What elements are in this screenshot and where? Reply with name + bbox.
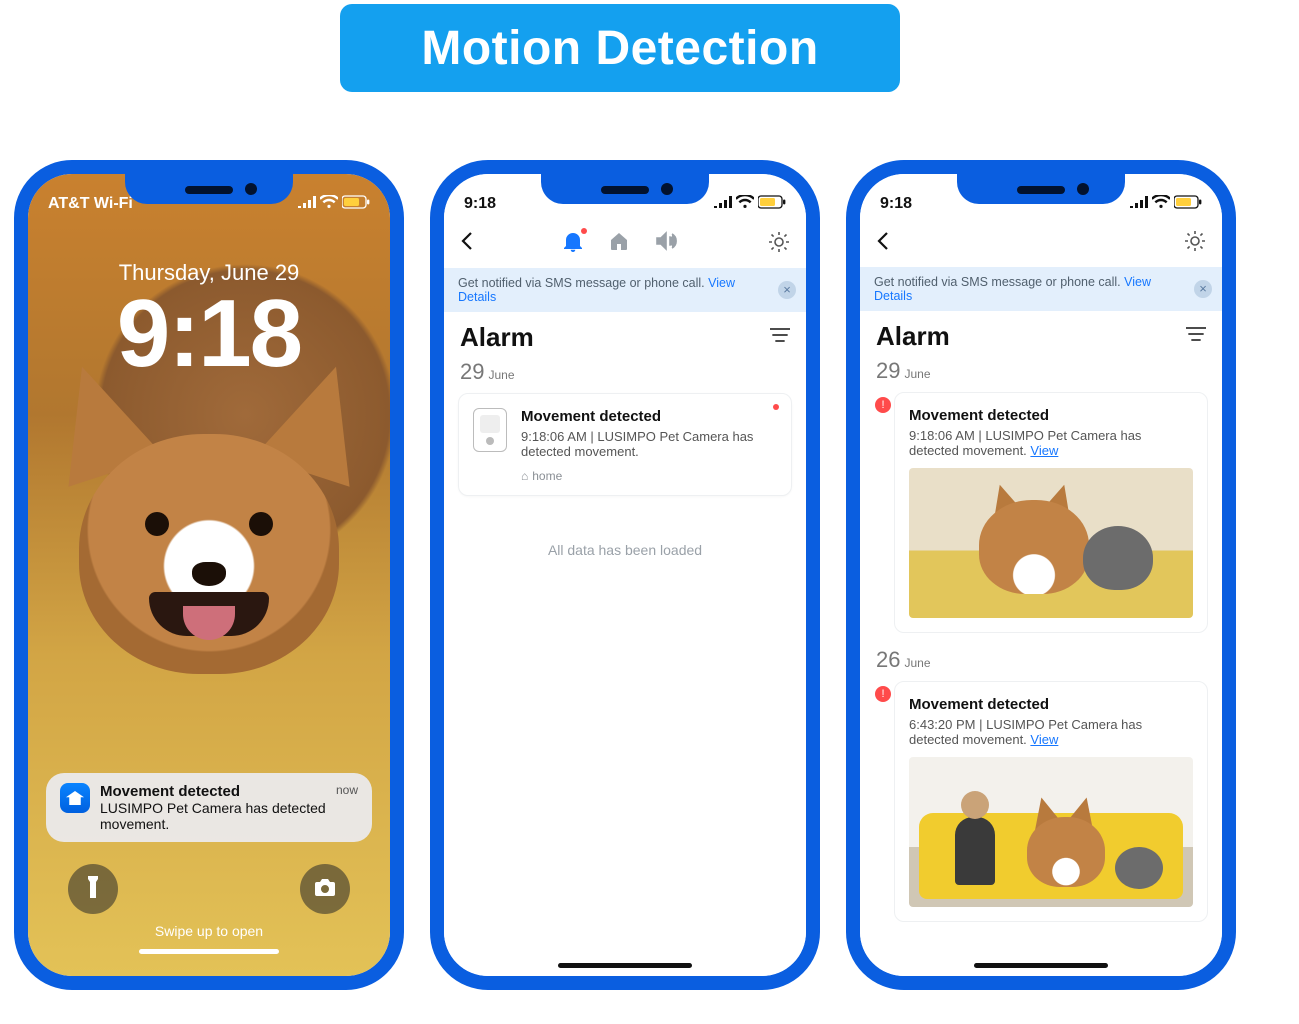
phone-notch	[957, 172, 1125, 204]
settings-icon[interactable]	[768, 231, 790, 258]
flashlight-button[interactable]	[68, 864, 118, 914]
phone-lockscreen: AT&T Wi-Fi Thursday, June 29 9:18	[14, 160, 404, 990]
settings-icon[interactable]	[1184, 230, 1206, 257]
alert-badge: !	[875, 686, 891, 702]
card-body: 9:18:06 AM | LUSIMPO Pet Camera has dete…	[521, 429, 777, 459]
flashlight-icon	[84, 876, 102, 903]
signal-icon	[1130, 195, 1148, 213]
notification-body: LUSIMPO Pet Camera has detected movement…	[100, 800, 358, 832]
alarm-card[interactable]: ! Movement detected 9:18:06 AM | LUSIMPO…	[894, 392, 1208, 633]
close-icon[interactable]: ×	[1194, 280, 1212, 298]
sms-banner: Get notified via SMS message or phone ca…	[860, 267, 1222, 311]
home-indicator[interactable]	[558, 963, 692, 968]
card-title: Movement detected	[521, 408, 777, 425]
tab-alarm-icon[interactable]	[563, 230, 583, 258]
unread-badge	[773, 404, 779, 410]
wifi-icon	[320, 195, 338, 214]
camera-icon	[314, 878, 336, 901]
phone-alarm-detail: 9:18 Get notified via SMS message or pho…	[846, 160, 1236, 990]
notification-time: now	[336, 783, 358, 797]
card-body: 6:43:20 PM | LUSIMPO Pet Camera has dete…	[909, 717, 1193, 747]
filter-icon[interactable]	[1186, 326, 1206, 347]
tab-speaker-icon[interactable]	[655, 231, 679, 257]
view-link[interactable]: View	[1030, 443, 1058, 458]
signal-icon	[298, 195, 316, 213]
status-icons	[1130, 195, 1202, 214]
status-icons	[714, 195, 786, 214]
status-time: 9:18	[464, 195, 496, 213]
notification-title: Movement detected	[100, 783, 358, 800]
lockscreen: AT&T Wi-Fi Thursday, June 29 9:18	[28, 174, 390, 976]
app-header	[444, 226, 806, 268]
status-time: 9:18	[880, 195, 912, 213]
date-heading-26: 26June	[860, 647, 1222, 681]
camera-button[interactable]	[300, 864, 350, 914]
app-header	[860, 226, 1222, 267]
close-icon[interactable]: ×	[778, 281, 796, 299]
tab-home-icon[interactable]	[609, 231, 629, 257]
app-icon	[60, 783, 90, 813]
alert-badge: !	[875, 397, 891, 413]
alarm-app: 9:18 Get notified via SMS message or pho…	[860, 174, 1222, 976]
battery-icon	[1174, 195, 1202, 214]
wallpaper-dog	[79, 434, 339, 734]
page-title: Alarm	[460, 322, 534, 353]
card-body: 9:18:06 AM | LUSIMPO Pet Camera has dete…	[909, 428, 1193, 458]
phone-notch	[125, 172, 293, 204]
view-link[interactable]: View	[1030, 732, 1058, 747]
date-heading-29: 29June	[860, 358, 1222, 392]
filter-icon[interactable]	[770, 327, 790, 348]
wifi-icon	[1152, 195, 1170, 214]
alarm-card[interactable]: ! Movement detected 6:43:20 PM | LUSIMPO…	[894, 681, 1208, 922]
phone-alarm-list: 9:18	[430, 160, 820, 990]
wifi-icon	[736, 195, 754, 214]
back-button[interactable]	[460, 231, 474, 257]
signal-icon	[714, 195, 732, 213]
device-icon	[473, 408, 507, 452]
swipe-hint: Swipe up to open	[28, 923, 390, 954]
event-thumbnail[interactable]	[909, 468, 1193, 618]
card-title: Movement detected	[909, 696, 1193, 713]
lockscreen-notification[interactable]: Movement detected LUSIMPO Pet Camera has…	[46, 773, 372, 842]
feature-banner: Motion Detection	[340, 4, 900, 92]
status-icons	[298, 195, 370, 214]
alarm-card[interactable]: Movement detected 9:18:06 AM | LUSIMPO P…	[458, 393, 792, 496]
sms-banner: Get notified via SMS message or phone ca…	[444, 268, 806, 312]
battery-icon	[342, 195, 370, 214]
alarm-app: 9:18	[444, 174, 806, 976]
sms-banner-text: Get notified via SMS message or phone ca…	[874, 275, 1121, 289]
phone-notch	[541, 172, 709, 204]
battery-icon	[758, 195, 786, 214]
date-heading-29: 29June	[444, 359, 806, 393]
card-home: home	[521, 469, 777, 483]
event-thumbnail[interactable]	[909, 757, 1193, 907]
back-button[interactable]	[876, 231, 890, 257]
card-title: Movement detected	[909, 407, 1193, 424]
page-title: Alarm	[876, 321, 950, 352]
home-indicator[interactable]	[974, 963, 1108, 968]
loaded-message: All data has been loaded	[444, 542, 806, 558]
carrier-label: AT&T Wi-Fi	[48, 195, 133, 213]
sms-banner-text: Get notified via SMS message or phone ca…	[458, 276, 705, 290]
